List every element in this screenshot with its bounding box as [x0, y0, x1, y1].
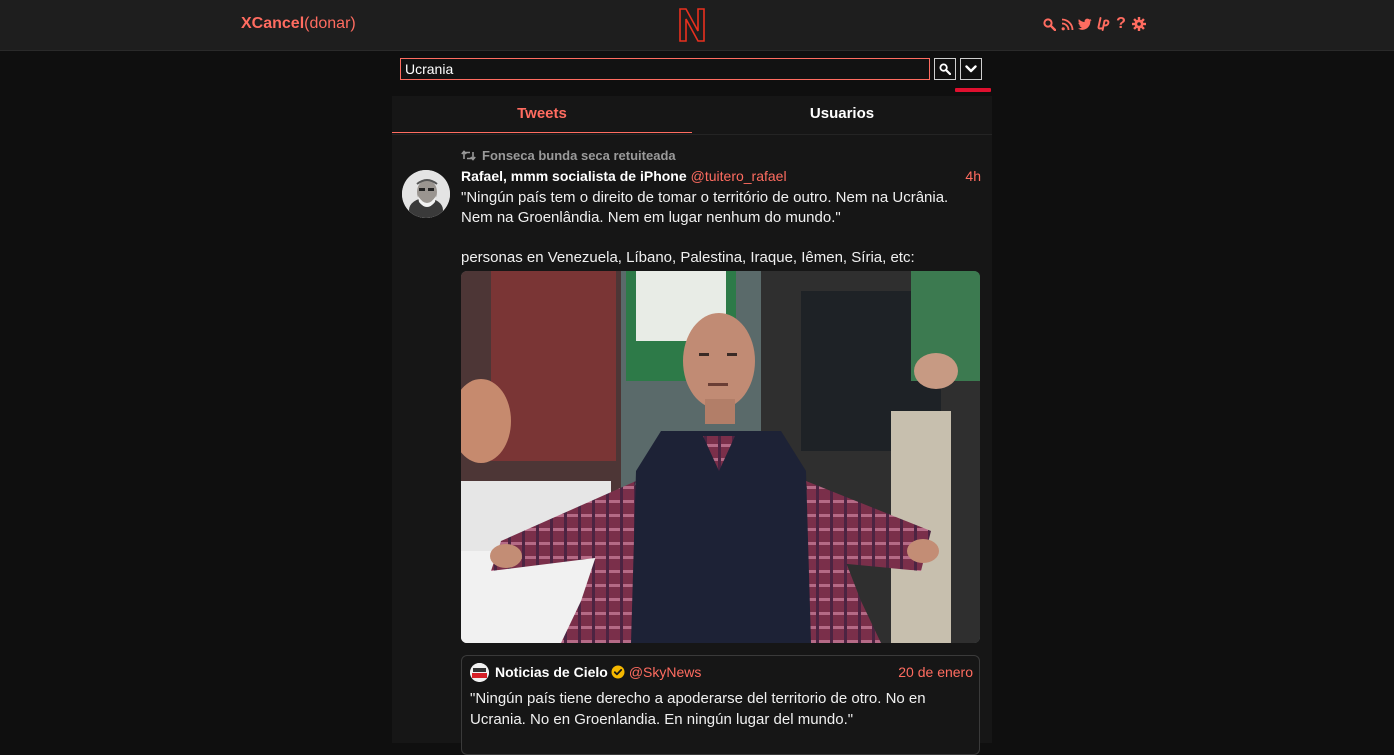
twitter-icon[interactable]: [1078, 16, 1092, 32]
nav-icons: ?: [1042, 16, 1146, 32]
timeline-column: Tweets Usuarios Fonseca bunda seca retui…: [392, 96, 992, 755]
tweet-username[interactable]: @tuitero_rafael: [691, 168, 787, 184]
help-icon[interactable]: ?: [1114, 16, 1128, 32]
verified-badge-icon: [611, 665, 625, 682]
retweeted-by-text: Fonseca bunda seca retuiteada: [482, 148, 676, 163]
top-navbar: XCancel(donar) ?: [0, 0, 1394, 51]
retweet-icon: [461, 150, 476, 161]
liberapay-icon[interactable]: [1096, 16, 1110, 32]
tweet-fullname[interactable]: Rafael, mmm socialista de iPhone: [461, 168, 687, 184]
search-button[interactable]: [934, 58, 956, 80]
tweet-time[interactable]: 4h: [965, 168, 981, 184]
avatar[interactable]: [402, 170, 450, 218]
search-tabs: Tweets Usuarios: [392, 96, 992, 133]
options-indicator: [955, 88, 991, 92]
quoted-tweet[interactable]: Noticias de Cielo @SkyNews 20 de enero "N…: [461, 655, 980, 755]
logo-n-icon: [679, 8, 705, 42]
quote-date[interactable]: 20 de enero: [898, 664, 973, 680]
tab-users[interactable]: Usuarios: [692, 96, 992, 132]
meme-photo: [461, 271, 980, 643]
quote-fullname[interactable]: Noticias de Cielo: [495, 664, 608, 680]
search-options-toggle[interactable]: [960, 58, 982, 80]
brand-name[interactable]: XCancel: [241, 15, 304, 32]
gear-icon[interactable]: [1132, 16, 1146, 32]
chevron-down-icon: [965, 65, 977, 73]
tweet-text-paragraph: "Ningún país tem o direito de tomar o te…: [461, 189, 949, 226]
tweet-header: Rafael, mmm socialista de iPhone @tuitero…: [461, 168, 981, 186]
search-icon[interactable]: [1042, 16, 1056, 32]
tweet-text-paragraph: personas en Venezuela, Líbano, Palestina…: [461, 249, 915, 266]
quote-avatar[interactable]: [470, 663, 489, 682]
tweet-media-image[interactable]: [461, 271, 980, 643]
brand-link[interactable]: XCancel(donar): [241, 15, 356, 33]
search-bar: [400, 58, 990, 82]
retweet-header: Fonseca bunda seca retuiteada: [461, 148, 676, 163]
search-icon: [939, 63, 951, 75]
quote-header: Noticias de Cielo @SkyNews 20 de enero: [495, 664, 973, 682]
tab-tweets[interactable]: Tweets: [392, 96, 692, 133]
quote-username[interactable]: @SkyNews: [629, 664, 702, 680]
tweet-body: "Ningún país tem o direito de tomar o te…: [461, 188, 981, 268]
help-glyph: ?: [1116, 15, 1126, 32]
rss-icon[interactable]: [1060, 16, 1074, 32]
search-input[interactable]: [400, 58, 930, 80]
donate-link[interactable]: (donar): [304, 15, 356, 32]
quote-text: "Ningún país tiene derecho a apoderarse …: [470, 690, 926, 728]
site-logo[interactable]: [676, 7, 708, 43]
tweet-item[interactable]: Fonseca bunda seca retuiteada Rafael, mm…: [392, 134, 992, 755]
